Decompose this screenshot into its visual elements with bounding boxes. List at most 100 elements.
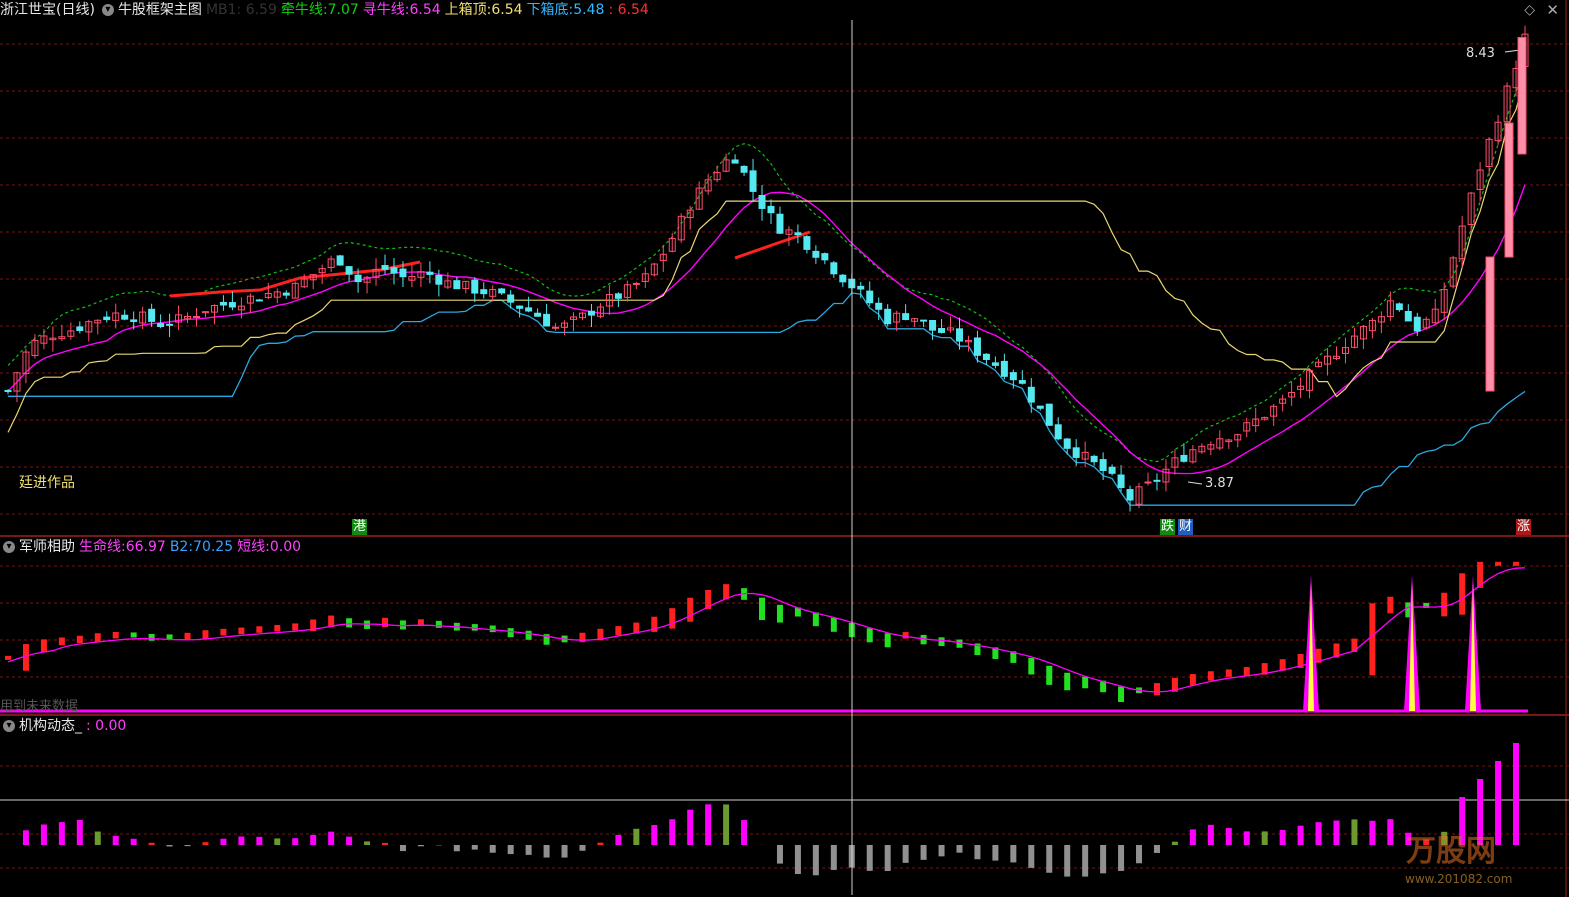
candle-down: [1180, 454, 1188, 462]
candle-up-large: [1504, 122, 1514, 258]
inst-bar: [741, 820, 748, 845]
tag-cai[interactable]: 财: [1178, 519, 1193, 535]
inst-bar: [274, 838, 281, 845]
candle-down: [498, 288, 506, 294]
life-bar: [256, 626, 263, 633]
inst-bar: [525, 845, 532, 855]
candle-down: [435, 275, 443, 285]
candle-down: [543, 313, 551, 327]
panel3-bars: [22, 743, 1520, 877]
inst-bar: [705, 804, 712, 845]
close-icon[interactable]: ✕: [1546, 1, 1559, 19]
life-bar: [812, 612, 819, 627]
candle-down: [1027, 386, 1035, 403]
life-bar: [489, 625, 496, 633]
life-bar: [220, 628, 227, 636]
candle-down: [1395, 303, 1403, 311]
life-bar: [435, 620, 442, 628]
xunniu-line: [7, 184, 1526, 475]
inst-bar: [723, 804, 730, 845]
life-bar: [1046, 665, 1053, 685]
candle-down: [982, 353, 990, 360]
candle-up-large: [1517, 37, 1527, 155]
dx-label: 短线:: [237, 539, 270, 555]
extra-value: : 6.54: [608, 2, 649, 18]
inst-bar: [1333, 820, 1340, 845]
inst-bar: [543, 845, 550, 858]
inst-bar: [1207, 824, 1214, 845]
life-bar: [687, 597, 694, 622]
panel3-value: : 0.00: [86, 718, 127, 734]
life-bar: [902, 632, 909, 639]
template-name[interactable]: 牛股框架主图: [118, 2, 202, 18]
candle-down: [587, 310, 595, 316]
panel2-name[interactable]: 军师相助: [19, 539, 75, 555]
candle-down: [938, 328, 946, 333]
life-bar: [1441, 592, 1448, 617]
candle-down: [282, 292, 290, 296]
candle-down: [1009, 372, 1017, 381]
stock-title[interactable]: 浙江世宝(日线): [0, 2, 95, 18]
low-arrow: [1187, 481, 1203, 485]
chevron-down-icon[interactable]: ▾: [3, 720, 15, 732]
panel2-grid: [0, 565, 1569, 678]
life-bar: [1513, 561, 1520, 566]
candle-down: [525, 307, 533, 312]
tag-gang[interactable]: 港: [352, 519, 367, 535]
candle-down: [148, 308, 156, 322]
chevron-down-icon[interactable]: ▾: [3, 541, 15, 553]
life-bar: [669, 608, 676, 629]
qianniu-line: [7, 64, 1526, 463]
diamond-icon[interactable]: ◇: [1524, 2, 1535, 18]
life-bar: [938, 637, 945, 647]
inst-bar: [1315, 822, 1322, 845]
inst-bar: [1261, 831, 1268, 845]
inst-bar: [417, 845, 424, 847]
inst-bar: [328, 831, 335, 845]
mb1-value: MB1: 6.59: [205, 2, 277, 18]
life-bar: [1459, 573, 1466, 615]
inst-bar: [1225, 828, 1232, 845]
candle-down: [776, 213, 784, 234]
candle-down: [794, 232, 802, 236]
chevron-down-icon[interactable]: ▾: [101, 4, 114, 16]
inst-bar: [866, 845, 873, 871]
candle-down: [228, 302, 236, 308]
inst-bar: [1064, 845, 1071, 877]
panel3-name[interactable]: 机构动态_: [19, 718, 82, 734]
b2-label: B2:: [169, 539, 194, 555]
life-bar: [759, 597, 766, 621]
life-bar: [5, 655, 11, 660]
b2-value: 70.25: [193, 539, 234, 555]
xunniu-label: 寻牛线:: [362, 2, 410, 18]
life-bar: [1064, 672, 1071, 691]
inst-bar: [148, 842, 155, 845]
inst-bar: [184, 845, 191, 847]
candle-down: [902, 313, 910, 321]
inst-bar: [1136, 845, 1143, 864]
inst-bar: [1189, 829, 1196, 845]
life-bar: [1495, 561, 1502, 566]
candle-down: [516, 305, 524, 309]
life-bar: [1189, 674, 1196, 686]
tag-die[interactable]: 跌: [1160, 519, 1175, 535]
candle-down: [336, 255, 344, 266]
inst-bar: [399, 845, 406, 852]
life-bar: [615, 626, 622, 636]
candle-down: [812, 250, 820, 258]
inst-bar: [130, 838, 137, 845]
life-bar: [884, 633, 891, 648]
qianniu-value: 7.07: [327, 2, 359, 18]
life-bar: [184, 632, 191, 640]
life-bar: [346, 618, 353, 628]
main-header: 浙江世宝(日线) ▾ 牛股框架主图 MB1: 6.59 牵牛线:7.07 寻牛线:6.54…: [0, 0, 653, 20]
candle-down: [803, 236, 811, 250]
tag-zhang[interactable]: 涨: [1516, 519, 1531, 535]
candle-down: [255, 299, 263, 302]
shangxiangding-line: [7, 75, 1526, 433]
life-bar: [1207, 671, 1214, 681]
life-bar: [1243, 667, 1250, 676]
candle-down: [426, 271, 434, 275]
shang-value: 6.54: [491, 2, 523, 18]
life-bar: [274, 624, 281, 632]
